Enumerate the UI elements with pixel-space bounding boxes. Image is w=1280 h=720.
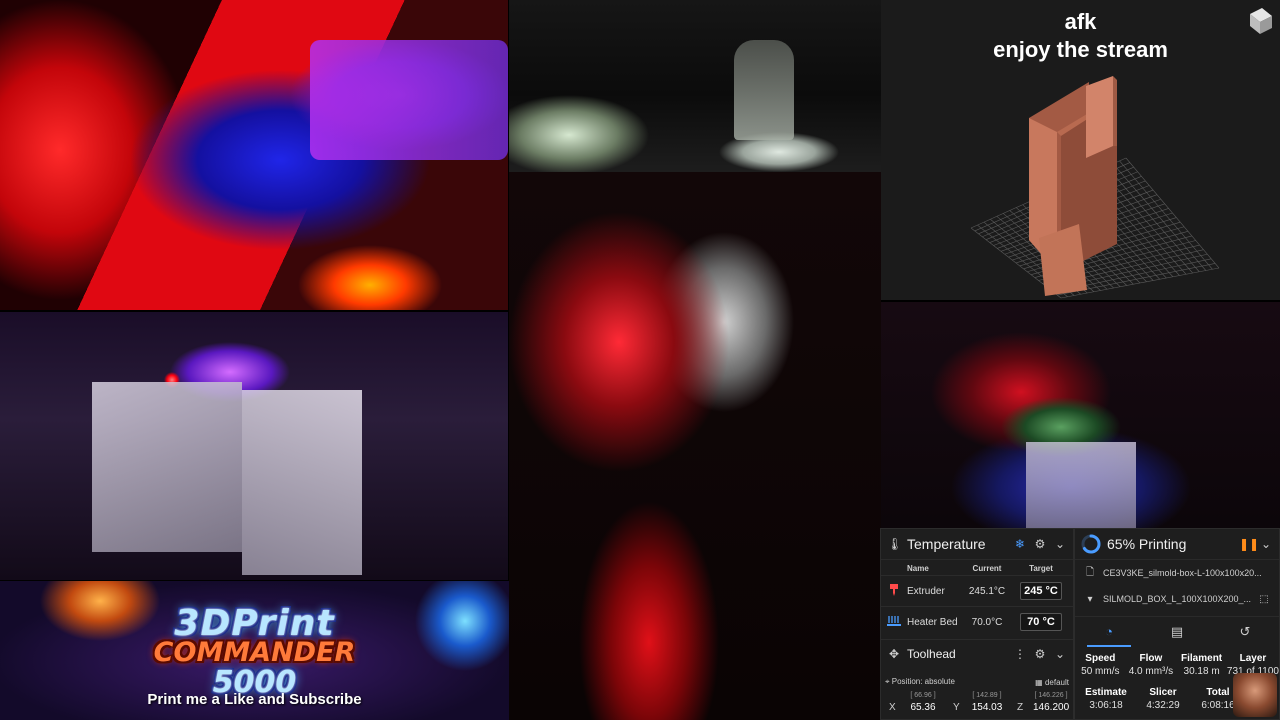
printed-box (242, 390, 362, 575)
column-target: Target (1029, 563, 1053, 573)
printed-part (1026, 442, 1136, 528)
object-name: SILMOLD_BOX_L_100X100X200_... (1102, 594, 1252, 604)
axis-value: 65.36 (910, 702, 936, 713)
axis-position-row: X [ 66.96 ] 65.36 Y [ 142.89 ] 154.03 Z … (881, 692, 1073, 719)
temperature-table: Name Current Target Extruder 245.1°C 245… (881, 561, 1073, 637)
promo-banner: 3DPrint COMMANDER 5000 Print me a Like a… (0, 581, 509, 720)
temperature-header: 🌡 Temperature ❄ ⚙ ⌄ (881, 529, 1073, 560)
speedometer-icon: ◔ (1105, 624, 1113, 639)
camera-feed-top-left (0, 0, 508, 310)
gear-icon[interactable]: ⚙ (1033, 647, 1047, 661)
axis-max: [ 66.96 ] (910, 692, 936, 699)
axis-x[interactable]: X [ 66.96 ] 65.36 (881, 692, 945, 719)
exclude-object-icon[interactable]: ⬚ (1257, 594, 1271, 605)
axis-label: Z (1017, 702, 1024, 713)
position-mode: ⌖ Position: absolute (885, 677, 955, 686)
heater-bed-icon (881, 615, 907, 630)
toolhead-title: Toolhead (907, 646, 956, 661)
print-status-header: 65% Printing ❚❚ ⌄ (1075, 529, 1279, 560)
stat-estimate: Estimate 3:06:18 (1085, 687, 1127, 711)
history-icon: ↺ (1239, 624, 1251, 639)
column-current: Current (972, 563, 1002, 573)
axis-max: [ 146.226 ] (1034, 692, 1068, 699)
progress-ring (1081, 534, 1101, 554)
slicer-preview: afk enjoy the stream (881, 0, 1280, 300)
chevron-down-icon[interactable]: ⌄ (1053, 647, 1067, 661)
camera-feed-mid-left (0, 312, 508, 580)
temperature-title: Temperature (907, 536, 986, 552)
target-temp-input[interactable]: 245 °C (1020, 582, 1062, 600)
table-row: Heater Bed 70.0°C 70 °C (881, 606, 1073, 637)
print-status-tabs: ◔ ▤ ↺ (1075, 616, 1279, 647)
current-temp: 70.0°C (971, 616, 1003, 628)
object-row: ▾ SILMOLD_BOX_L_100X100X200_... ⬚ (1075, 586, 1279, 612)
printer-part (310, 40, 508, 160)
gcode-file-row: 🗋 CE3V3KE_silmold-box-L-100x100x20... (1075, 560, 1279, 586)
pause-icon[interactable]: ❚❚ (1239, 537, 1259, 551)
build-plate-grid (970, 76, 1220, 299)
heater-name: Heater Bed (907, 616, 958, 628)
chevron-down-icon[interactable]: ⌄ (1259, 537, 1273, 551)
promo-title-line2: COMMANDER (153, 637, 356, 668)
file-icon: 🗋 (1085, 566, 1095, 578)
promo-tagline: Print me a Like and Subscribe (147, 691, 362, 708)
gcode-filename: CE3V3KE_silmold-box-L-100x100x20... (1103, 568, 1262, 578)
move-arrows-icon: ✥ (888, 646, 900, 661)
axis-y[interactable]: Y [ 142.89 ] 154.03 (945, 692, 1009, 719)
axis-z[interactable]: Z [ 146.226 ] 146.200 (1009, 692, 1073, 719)
stat-filament: Filament 30.18 m (1181, 653, 1223, 677)
stat-slicer: Slicer 4:32:29 (1146, 687, 1180, 711)
toolhead-header: ✥ Toolhead ⋮ ⚙ ⌄ (881, 639, 1073, 667)
grid-icon: ▦ (1035, 677, 1043, 687)
axis-value: 146.200 (1033, 702, 1070, 713)
print-status-panel: 65% Printing ❚❚ ⌄ 🗋 CE3V3KE_silmold-box-… (1074, 528, 1280, 720)
position-row: ⌖ Position: absolute ▦ default (881, 675, 1073, 689)
stat-flow: Flow 4.0 mm³/s (1128, 653, 1174, 677)
temperature-table-header: Name Current Target (881, 561, 1073, 575)
printed-box (92, 382, 242, 552)
table-row: Extruder 245.1°C 245 °C (881, 575, 1073, 606)
camera-feed-center (509, 172, 881, 720)
axis-label: X (889, 702, 896, 713)
file-document-icon: ▤ (1170, 624, 1184, 639)
extruder-nozzle-icon: ▾ (1087, 593, 1093, 605)
camera-feed-top-center (509, 0, 881, 172)
stat-speed: Speed 50 mm/s (1081, 653, 1120, 677)
cooldown-icon[interactable]: ❄ (1013, 537, 1027, 551)
heater-name: Extruder (907, 585, 945, 597)
axis-value: 154.03 (971, 702, 1003, 713)
history-tab[interactable]: ↺ (1211, 617, 1279, 647)
extruder-icon (881, 583, 907, 600)
target-temp-input[interactable]: 70 °C (1020, 613, 1062, 631)
speed-tab[interactable]: ◔ (1075, 617, 1143, 647)
axis-max: [ 142.89 ] (972, 692, 1002, 699)
more-vert-icon[interactable]: ⋮ (1013, 647, 1027, 661)
axis-label: Y (953, 702, 960, 713)
files-tab[interactable]: ▤ (1143, 617, 1211, 647)
gear-icon[interactable]: ⚙ (1033, 537, 1047, 551)
model-preview (1029, 76, 1117, 296)
printed-figure (734, 40, 794, 140)
temperature-panel: 🌡 Temperature ❄ ⚙ ⌄ Name Current Target … (880, 528, 1074, 720)
grid-line (1112, 163, 1207, 271)
current-temp: 245.1°C (968, 585, 1006, 597)
crosshair-icon: ⌖ (885, 677, 890, 686)
camera-feed-mid-right (881, 302, 1280, 528)
profile-label[interactable]: ▦ default (1035, 678, 1069, 687)
column-name: Name (907, 563, 929, 573)
chevron-down-icon[interactable]: ⌄ (1053, 537, 1067, 551)
print-status-title: 65% Printing (1107, 536, 1187, 552)
streamer-avatar (1233, 673, 1277, 717)
thermometer-icon: 🌡 (887, 537, 903, 551)
